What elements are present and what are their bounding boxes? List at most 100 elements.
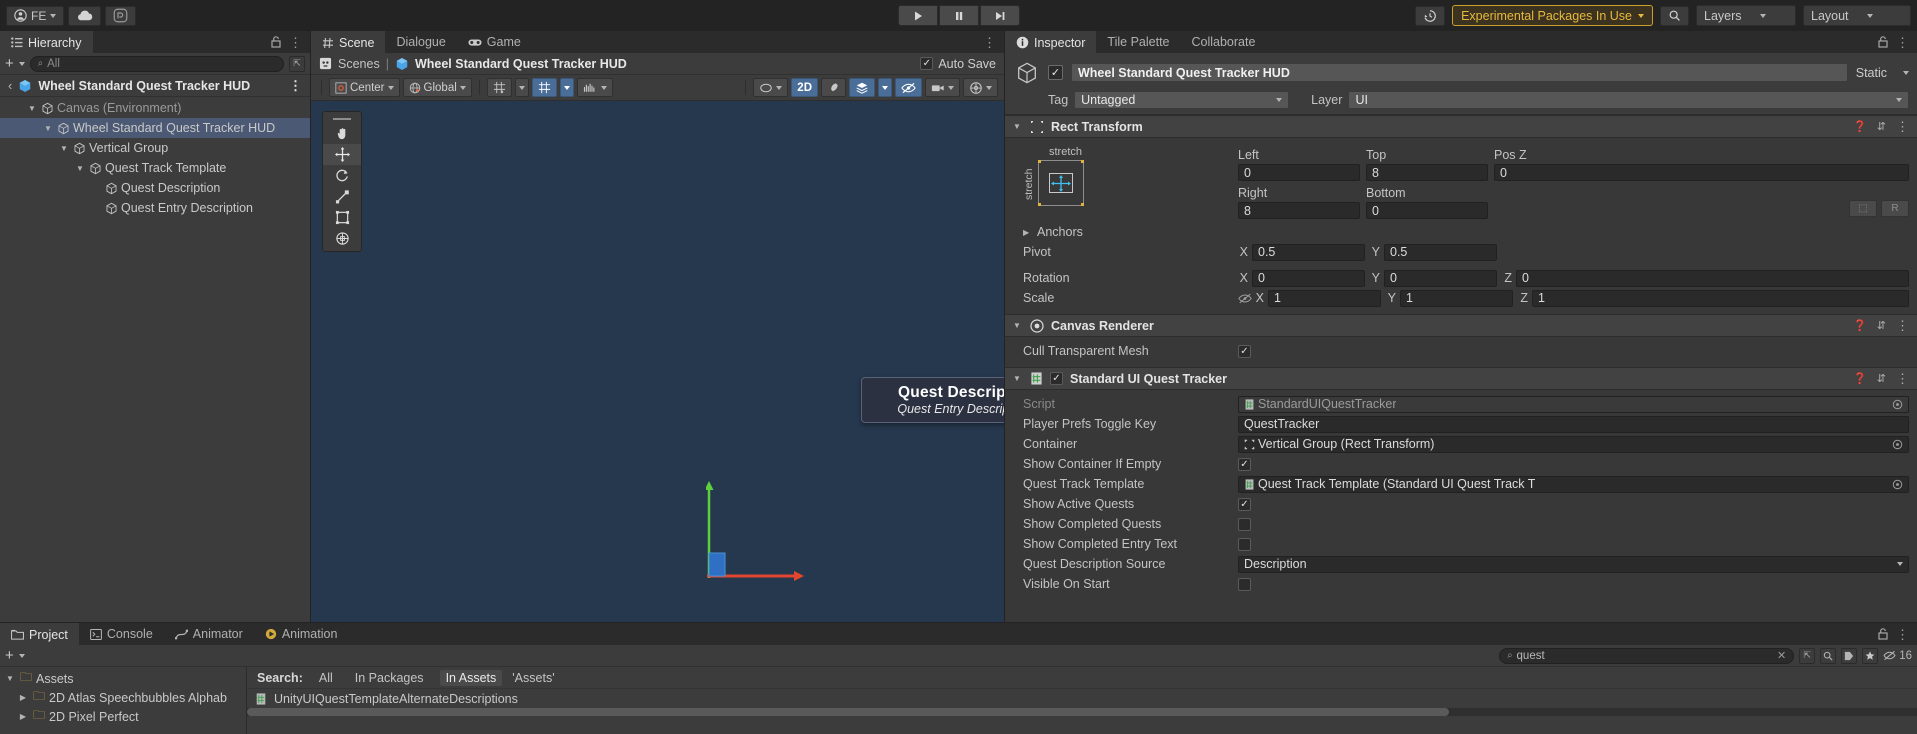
property-checkbox[interactable]: ✓ [1238, 457, 1251, 471]
anchors-foldout-row[interactable]: ▶ Anchors [1005, 222, 1917, 242]
project-tree-item[interactable]: ▶ 🗀 2D Atlas Speechbubbles Alphab [0, 688, 246, 707]
project-tree-item[interactable]: ▼ 🗀 Assets [0, 669, 246, 688]
property-object-field[interactable]: Quest Track Template (Standard UI Quest … [1238, 475, 1909, 493]
right-input[interactable]: 8 [1238, 202, 1360, 219]
property-text-input[interactable]: QuestTracker [1238, 415, 1909, 433]
layer-dropdown[interactable]: UI [1348, 91, 1909, 109]
rotation-x-input[interactable]: 0 [1252, 269, 1365, 287]
hierarchy-item[interactable]: ▼ Wheel Standard Quest Tracker HUD [0, 118, 310, 138]
pivot-mode-dropdown[interactable]: Center [329, 78, 400, 97]
property-object-field[interactable]: Vertical Group (Rect Transform) [1238, 435, 1909, 453]
gizmos-toggle[interactable] [963, 78, 998, 97]
project-save-search-button[interactable]: ⇱ [1799, 647, 1816, 664]
preset-icon[interactable]: ⇵ [1877, 120, 1886, 133]
anchor-preset-box[interactable] [1038, 160, 1084, 206]
component-header-quest-tracker[interactable]: ▼ ✓ Standard UI Quest Tracker ❓ ⇵ ⋮ [1005, 367, 1917, 390]
scale-x-input[interactable]: 1 [1268, 289, 1381, 307]
kebab-icon[interactable]: ⋮ [1896, 372, 1909, 385]
scene-viewport[interactable]: Quest Description Quest Entry Descriptio… [311, 101, 1004, 622]
property-dropdown[interactable]: Description [1238, 555, 1909, 573]
help-icon[interactable]: ❓ [1853, 319, 1867, 332]
tab-project[interactable]: Project [0, 623, 79, 645]
mode-2d-toggle[interactable]: 2D [791, 78, 818, 97]
foldout-expanded-icon[interactable]: ▼ [42, 124, 54, 133]
project-result-item[interactable]: UnityUIQuestTemplateAlternateDescription… [247, 689, 1917, 708]
kebab-icon[interactable]: ⋮ [1896, 628, 1909, 641]
lock-icon[interactable] [1878, 36, 1888, 48]
cloud-button[interactable] [68, 5, 102, 26]
kebab-icon[interactable]: ⋮ [289, 36, 302, 49]
space-mode-dropdown[interactable]: Global [402, 78, 472, 97]
hierarchy-item[interactable]: Quest Description [0, 178, 310, 198]
hierarchy-search-input[interactable]: ⌕ All [29, 55, 284, 72]
lock-icon[interactable] [1878, 628, 1888, 640]
help-icon[interactable]: ❓ [1853, 372, 1867, 385]
tab-console[interactable]: Console [79, 623, 164, 645]
scope-all-button[interactable]: All [313, 670, 339, 686]
kebab-icon[interactable]: ⋮ [983, 36, 996, 49]
hierarchy-item[interactable]: ▼ Vertical Group [0, 138, 310, 158]
kebab-icon[interactable]: ⋮ [289, 79, 302, 92]
step-button[interactable] [979, 5, 1020, 26]
blueprint-mode-button[interactable]: ⬚ [1849, 200, 1877, 217]
pause-button[interactable] [938, 5, 979, 26]
tab-inspector[interactable]: Inspector [1005, 31, 1097, 53]
rotation-y-input[interactable]: 0 [1384, 269, 1497, 287]
project-tree-item[interactable]: ▶ 🗀 2D Pixel Perfect [0, 707, 246, 726]
scope-in-packages-button[interactable]: In Packages [349, 670, 430, 686]
foldout-expanded-icon[interactable]: ▼ [1013, 374, 1023, 383]
play-button[interactable] [897, 5, 938, 26]
scale-z-input[interactable]: 1 [1532, 289, 1909, 307]
left-input[interactable]: 0 [1238, 164, 1360, 181]
tab-animation[interactable]: Animation [254, 623, 349, 645]
camera-settings-dropdown[interactable] [925, 78, 960, 97]
scene-visibility-toggle[interactable] [895, 78, 922, 97]
object-enabled-checkbox[interactable]: ✓ [1048, 65, 1063, 80]
foldout-collapsed-icon[interactable]: ▶ [1023, 228, 1033, 237]
services-button[interactable] [105, 5, 137, 26]
history-button[interactable] [1415, 5, 1446, 26]
help-icon[interactable]: ❓ [1853, 120, 1867, 133]
foldout-expanded-icon[interactable]: ▼ [1013, 122, 1023, 131]
move-tool-button[interactable] [323, 144, 361, 165]
component-header-canvas-renderer[interactable]: ▼ Canvas Renderer ❓ ⇵ ⋮ [1005, 314, 1917, 337]
property-checkbox[interactable] [1238, 517, 1251, 531]
scene-breadcrumb-root[interactable]: Scenes [338, 57, 380, 71]
auto-save-checkbox[interactable]: ✓ [920, 57, 934, 70]
object-picker-icon[interactable] [1892, 399, 1903, 410]
constrain-proportions-off-icon[interactable] [1238, 293, 1252, 304]
preset-icon[interactable]: ⇵ [1877, 319, 1886, 332]
rotate-tool-button[interactable] [323, 165, 361, 186]
project-filter-type-button[interactable] [1820, 647, 1837, 664]
foldout-collapsed-icon[interactable]: ▶ [17, 693, 29, 702]
property-checkbox[interactable]: ✓ [1238, 497, 1251, 511]
pivot-x-input[interactable]: 0.5 [1252, 243, 1365, 261]
project-search-input[interactable]: ⌕ quest ✕ [1499, 647, 1795, 664]
transform-tool-button[interactable] [323, 228, 361, 249]
foldout-expanded-icon[interactable]: ▼ [4, 674, 16, 683]
rect-tool-button[interactable] [323, 207, 361, 228]
cull-transparent-mesh-checkbox[interactable]: ✓ [1238, 344, 1251, 358]
experimental-packages-banner[interactable]: Experimental Packages In Use [1452, 5, 1653, 26]
raw-edit-button[interactable]: R [1881, 200, 1909, 217]
rotation-z-input[interactable]: 0 [1516, 269, 1909, 287]
shading-mode-dropdown[interactable] [753, 78, 789, 97]
auto-save-toggle[interactable]: ✓ Auto Save [920, 57, 996, 71]
component-header-rect-transform[interactable]: ▼ Rect Transform ❓ ⇵ ⋮ [1005, 115, 1917, 138]
top-input[interactable]: 8 [1366, 164, 1488, 181]
scale-y-input[interactable]: 1 [1400, 289, 1513, 307]
fx-dropdown[interactable] [878, 78, 892, 97]
foldout-expanded-icon[interactable]: ▼ [74, 164, 86, 173]
account-button[interactable]: FE [6, 5, 65, 26]
lighting-toggle[interactable] [821, 78, 846, 97]
hierarchy-filter-button[interactable]: ⇱ [289, 55, 305, 72]
project-favorites-button[interactable] [1862, 647, 1879, 664]
hand-tool-button[interactable] [323, 123, 361, 144]
foldout-collapsed-icon[interactable]: ▶ [17, 712, 29, 721]
tag-dropdown[interactable]: Untagged [1074, 91, 1290, 109]
audio-toggle[interactable] [576, 78, 613, 97]
grid-dropdown[interactable] [514, 78, 529, 97]
search-button[interactable] [1660, 5, 1689, 26]
hierarchy-item[interactable]: ▼ Canvas (Environment) [0, 98, 310, 118]
hierarchy-item[interactable]: Quest Entry Description [0, 198, 310, 218]
